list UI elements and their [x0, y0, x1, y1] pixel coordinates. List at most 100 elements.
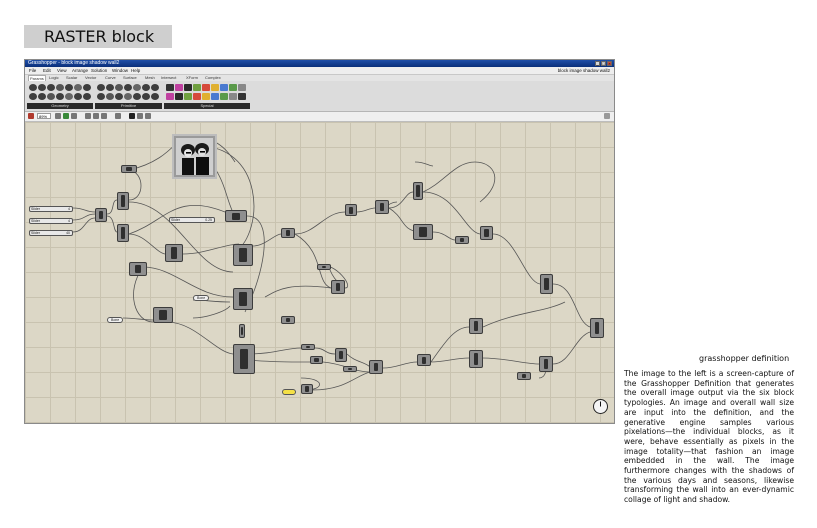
boolean-panel[interactable] — [282, 389, 296, 395]
component-node[interactable] — [455, 236, 469, 244]
component-icon[interactable] — [29, 84, 37, 91]
component-node[interactable] — [233, 344, 255, 374]
component-icon[interactable] — [115, 84, 123, 91]
component-node[interactable] — [375, 200, 389, 214]
maximize-button[interactable]: □ — [601, 61, 606, 66]
component-icon[interactable] — [97, 93, 105, 100]
component-icon[interactable] — [38, 93, 46, 100]
component-icon[interactable] — [151, 93, 159, 100]
open-file-icon[interactable] — [28, 113, 34, 119]
component-icon[interactable] — [29, 93, 37, 100]
component-node[interactable] — [517, 372, 531, 380]
component-icon[interactable] — [106, 84, 114, 91]
save-icon[interactable] — [115, 113, 121, 119]
component-icon[interactable] — [65, 93, 73, 100]
component-icon[interactable] — [175, 93, 183, 100]
component-node[interactable] — [317, 264, 331, 270]
slider-4[interactable]: Slider 0.25 — [169, 217, 215, 223]
component-icon[interactable] — [47, 84, 55, 91]
component-icon[interactable] — [56, 93, 64, 100]
menu-view[interactable]: View — [57, 67, 67, 74]
component-icon[interactable] — [184, 84, 192, 91]
component-icon[interactable] — [133, 93, 141, 100]
slider-2[interactable]: Slider 4 — [29, 218, 73, 224]
component-icon[interactable] — [211, 93, 219, 100]
component-node[interactable] — [540, 274, 553, 294]
bake-icon[interactable] — [101, 113, 107, 119]
component-icon[interactable] — [184, 93, 192, 100]
component-icon[interactable] — [238, 93, 246, 100]
menu-arrange[interactable]: Arrange — [72, 67, 88, 74]
component-node[interactable] — [413, 224, 433, 240]
component-icon[interactable] — [56, 84, 64, 91]
component-icon[interactable] — [97, 84, 105, 91]
wire-display-icon[interactable] — [71, 113, 77, 119]
component-icon[interactable] — [142, 84, 150, 91]
component-node[interactable] — [153, 307, 173, 323]
preview-icon[interactable] — [63, 113, 69, 119]
component-node[interactable] — [129, 262, 147, 276]
component-node[interactable] — [539, 356, 553, 372]
run-solution-icon[interactable] — [129, 113, 135, 119]
source-image-preview[interactable] — [172, 134, 217, 179]
zoom-extents-icon[interactable] — [55, 113, 61, 119]
component-icon[interactable] — [74, 84, 82, 91]
component-icon[interactable] — [124, 84, 132, 91]
component-icon[interactable] — [229, 84, 237, 91]
component-icon[interactable] — [166, 84, 174, 91]
component-icon[interactable] — [142, 93, 150, 100]
component-icon[interactable] — [211, 84, 219, 91]
component-icon[interactable] — [175, 84, 183, 91]
component-icon[interactable] — [124, 93, 132, 100]
component-icon[interactable] — [83, 93, 91, 100]
component-node[interactable] — [301, 384, 313, 394]
component-node[interactable] — [590, 318, 604, 338]
component-icon[interactable] — [47, 93, 55, 100]
component-node[interactable] — [121, 165, 137, 173]
component-node[interactable] — [413, 182, 423, 200]
slider-1[interactable]: Slider 4 — [29, 206, 73, 212]
component-icon[interactable] — [202, 84, 210, 91]
component-node[interactable] — [335, 348, 347, 362]
component-icon[interactable] — [193, 93, 201, 100]
group-primitive[interactable]: Primitive — [95, 103, 162, 109]
component-icon[interactable] — [202, 93, 210, 100]
eraser-icon[interactable] — [145, 113, 151, 119]
text-panel-2[interactable]: Bone — [193, 295, 209, 301]
component-icon[interactable] — [115, 93, 123, 100]
canvas-options-icon[interactable] — [604, 113, 610, 119]
menu-window[interactable]: Window — [112, 67, 128, 74]
component-icon[interactable] — [38, 84, 46, 91]
component-icon[interactable] — [238, 84, 246, 91]
component-node[interactable] — [301, 344, 315, 350]
component-node[interactable] — [117, 192, 129, 210]
menu-solution[interactable]: Solution — [91, 67, 107, 74]
cluster-icon[interactable] — [93, 113, 99, 119]
component-node[interactable] — [417, 354, 431, 366]
component-node[interactable] — [281, 228, 295, 238]
menu-file[interactable]: File — [29, 67, 36, 74]
close-button[interactable]: × — [607, 61, 612, 66]
component-icon[interactable] — [106, 93, 114, 100]
menu-help[interactable]: Help — [131, 67, 140, 74]
component-icon[interactable] — [220, 84, 228, 91]
component-icon[interactable] — [65, 84, 73, 91]
component-icon[interactable] — [193, 84, 201, 91]
grasshopper-canvas[interactable]: Slider 4 Slider 4 Slider 40 Slider 0.25 … — [25, 122, 614, 423]
component-node[interactable] — [233, 288, 253, 310]
component-node[interactable] — [469, 318, 483, 334]
component-node[interactable] — [225, 210, 247, 222]
component-node[interactable] — [95, 208, 107, 222]
compass-widget[interactable] — [593, 399, 608, 414]
component-node[interactable] — [310, 356, 323, 364]
component-node[interactable] — [469, 350, 483, 368]
component-node[interactable] — [233, 244, 253, 266]
group-special[interactable]: Special — [164, 103, 250, 109]
component-icon[interactable] — [74, 93, 82, 100]
component-icon[interactable] — [229, 93, 237, 100]
component-node[interactable] — [281, 316, 295, 324]
component-node[interactable] — [117, 224, 129, 242]
component-node[interactable] — [345, 204, 357, 216]
component-node[interactable] — [369, 360, 383, 374]
component-icon[interactable] — [220, 93, 228, 100]
